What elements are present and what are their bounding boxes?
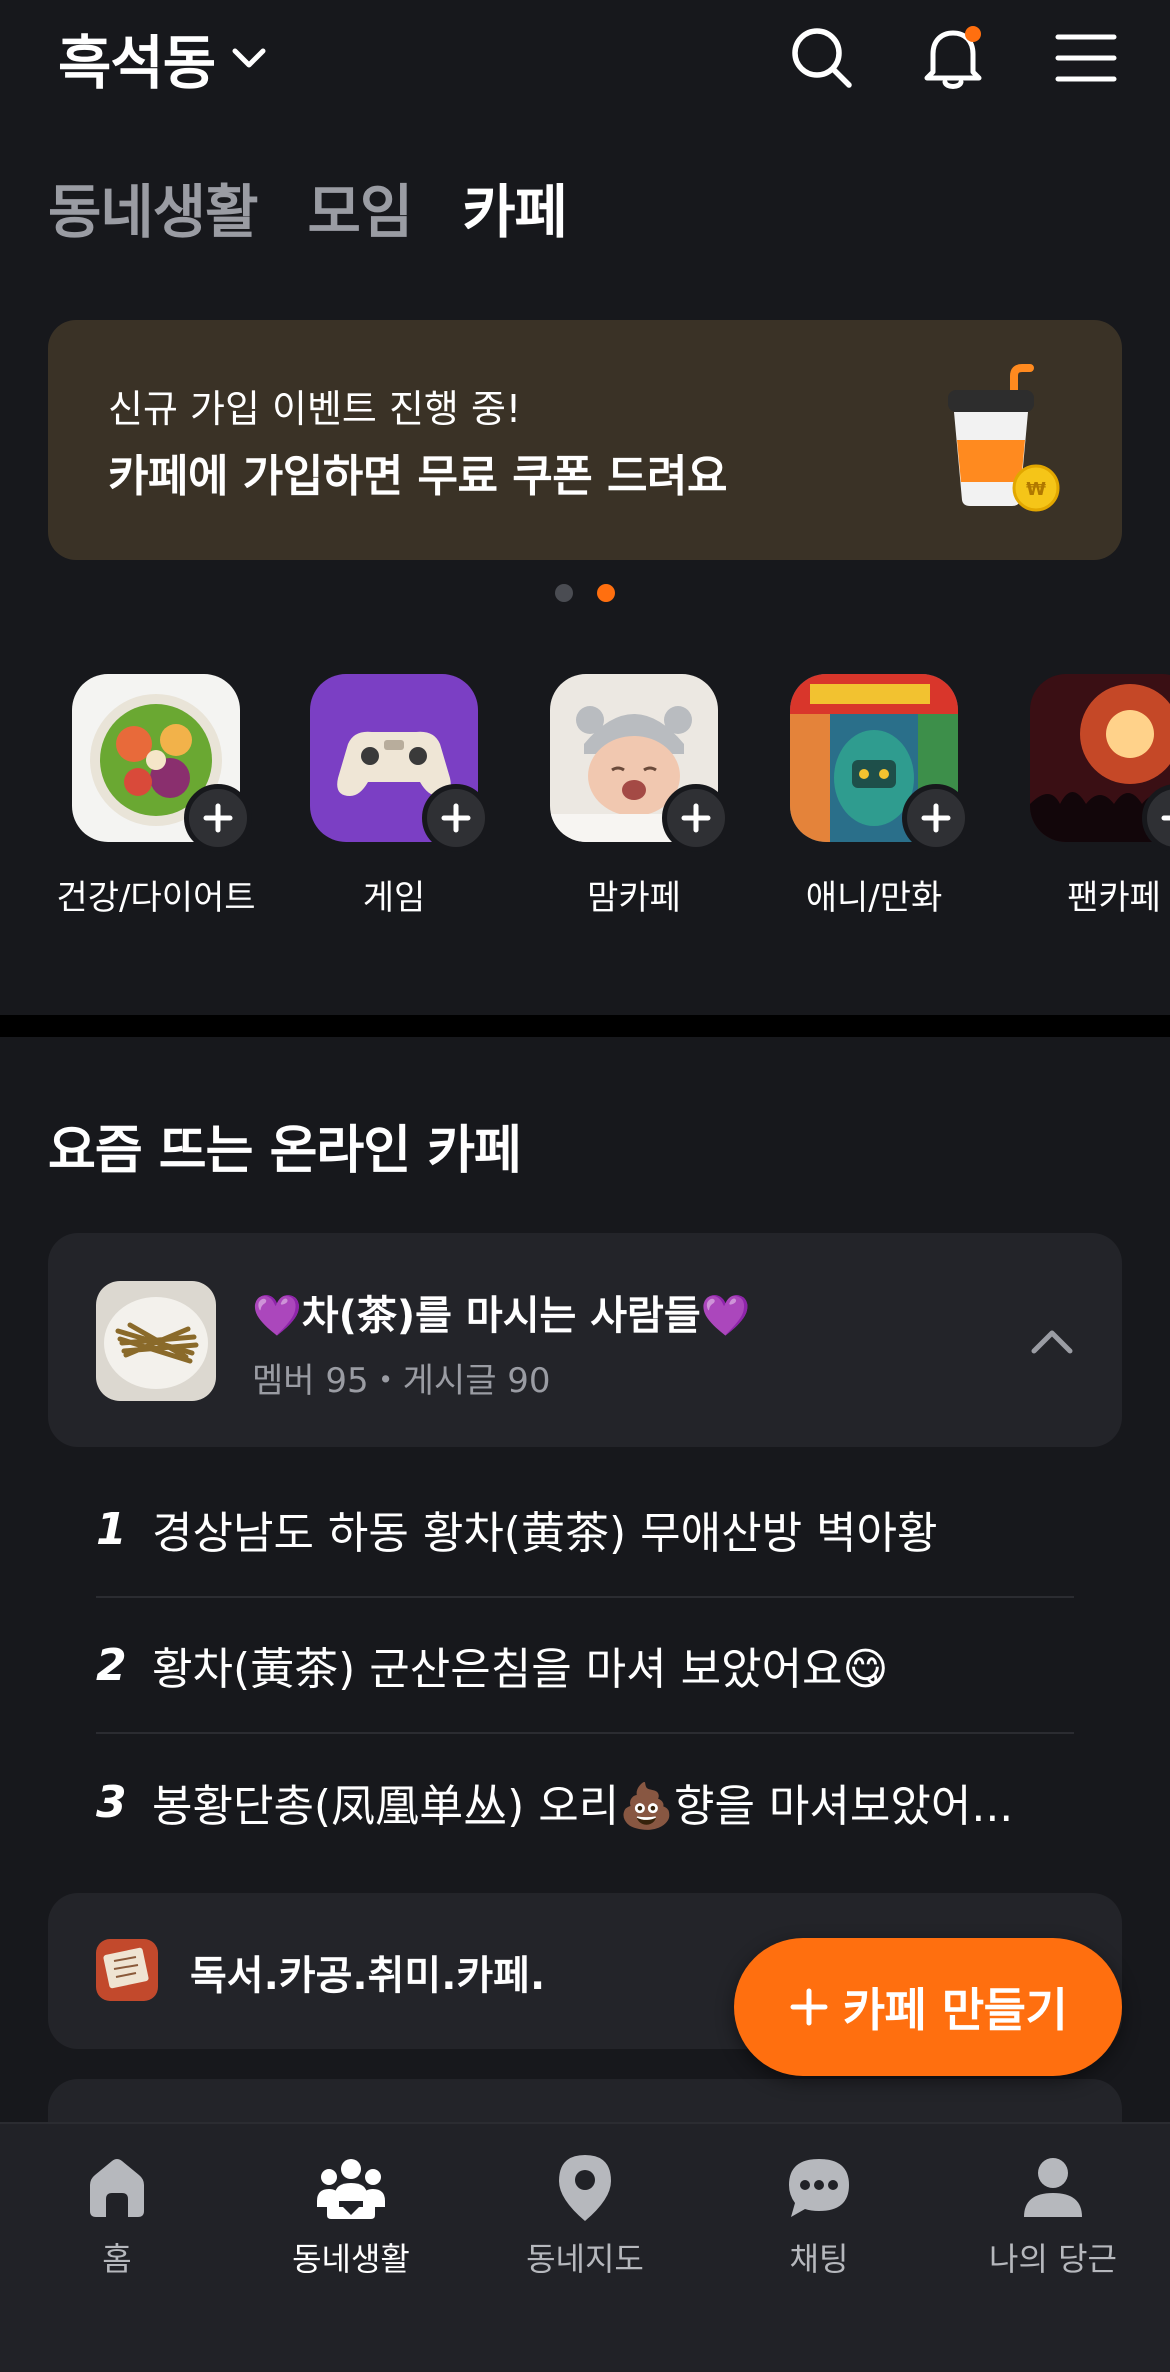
- nav-home[interactable]: 홈: [0, 2148, 234, 2280]
- notification-dot: [965, 26, 981, 42]
- category-label: 팬카페: [1067, 878, 1161, 918]
- join-category-button[interactable]: [422, 784, 490, 852]
- plus-icon: [921, 803, 951, 833]
- map-pin-icon: [545, 2148, 625, 2228]
- plus-icon: [681, 803, 711, 833]
- cafe-meta: 멤버 95・게시글 90: [252, 1361, 551, 1401]
- post-rank: 2: [96, 1639, 127, 1691]
- category-label: 맘카페: [587, 878, 681, 918]
- cafe-thumbnail: [96, 1939, 158, 2001]
- category-label: 게임: [362, 878, 426, 918]
- create-cafe-button[interactable]: 카페 만들기: [734, 1938, 1122, 2076]
- notification-button[interactable]: [917, 22, 989, 94]
- nav-label: 나의 당근: [989, 2240, 1117, 2278]
- coffee-cup-coupon-icon: ₩: [948, 364, 1060, 512]
- post-rank: 3: [96, 1776, 127, 1828]
- section-tabs: 동네생활 모임 카페: [48, 165, 568, 249]
- section-title: 요즘 뜨는 온라인 카페: [48, 1121, 522, 1181]
- list-item[interactable]: 1 경상남도 하동 황차(黄茶) 무애산방 벽아황: [96, 1462, 1074, 1598]
- chevron-down-icon: [232, 48, 266, 68]
- tab-cafe[interactable]: 카페: [462, 165, 568, 249]
- join-category-button[interactable]: [902, 784, 970, 852]
- community-icon: [311, 2148, 391, 2228]
- bottom-navigation: 홈 동네생활 동네지도 채팅 나의 당근: [0, 2122, 1170, 2372]
- category-label: 애니/만화: [805, 878, 943, 918]
- nav-label: 홈: [102, 2240, 132, 2278]
- list-item[interactable]: 2 황차(黃茶) 군산은침을 마셔 보았어요😋: [96, 1598, 1074, 1734]
- pagination-dot-active[interactable]: [597, 584, 615, 602]
- cafe-name: 독서.카공.취미.카페.: [190, 1953, 546, 1999]
- tab-meetups[interactable]: 모임: [307, 165, 413, 249]
- join-category-button[interactable]: [662, 784, 730, 852]
- section-divider: [0, 1015, 1170, 1037]
- home-icon: [77, 2148, 157, 2228]
- post-rank: 1: [96, 1503, 127, 1555]
- join-category-button[interactable]: [184, 784, 252, 852]
- menu-icon: [1055, 34, 1117, 82]
- banner-pagination: [0, 584, 1170, 602]
- banner-title: 카페에 가입하면 무료 쿠폰 드려요: [108, 451, 728, 502]
- tab-community[interactable]: 동네생활: [48, 165, 258, 249]
- banner-subtitle: 신규 가입 이벤트 진행 중!: [108, 387, 522, 431]
- chevron-up-icon[interactable]: [1022, 1311, 1082, 1371]
- nav-label: 동네생활: [292, 2240, 410, 2278]
- cafe-thumbnail: [96, 1281, 216, 1401]
- cafe-card[interactable]: 💜차(茶)를 마시는 사람들💜 멤버 95・게시글 90: [48, 1233, 1122, 1447]
- nav-community[interactable]: 동네생활: [234, 2148, 468, 2280]
- nav-my-profile[interactable]: 나의 당근: [936, 2148, 1170, 2280]
- post-title: 봉황단총(凤凰单丛) 오리💩향을 마셔보았어...: [152, 1781, 1014, 1832]
- plus-icon: [203, 803, 233, 833]
- plus-icon: [790, 1988, 828, 2026]
- menu-button[interactable]: [1050, 22, 1122, 94]
- location-name: 흑석동: [58, 29, 216, 97]
- search-button[interactable]: [786, 22, 858, 94]
- nav-label: 채팅: [789, 2240, 849, 2278]
- nav-chat[interactable]: 채팅: [702, 2148, 936, 2280]
- search-icon: [792, 28, 852, 88]
- nav-label: 동네지도: [526, 2240, 644, 2278]
- plus-icon: [1161, 815, 1170, 821]
- svg-text:₩: ₩: [1026, 479, 1046, 500]
- cafe-post-list: 1 경상남도 하동 황차(黄茶) 무애산방 벽아황 2 황차(黃茶) 군산은침을…: [96, 1462, 1074, 1870]
- profile-icon: [1013, 2148, 1093, 2228]
- location-selector[interactable]: 흑석동: [58, 18, 269, 98]
- post-title: 황차(黃茶) 군산은침을 마셔 보았어요😋: [152, 1644, 889, 1695]
- pagination-dot[interactable]: [555, 584, 573, 602]
- create-cafe-label: 카페 만들기: [842, 1983, 1068, 2037]
- nav-map[interactable]: 동네지도: [468, 2148, 702, 2280]
- category-label: 건강/다이어트: [56, 878, 256, 918]
- cafe-name: 💜차(茶)를 마시는 사람들💜: [252, 1293, 751, 1339]
- plus-icon: [441, 803, 471, 833]
- top-header: 흑석동: [0, 0, 1170, 120]
- event-banner[interactable]: 신규 가입 이벤트 진행 중! 카페에 가입하면 무료 쿠폰 드려요 ₩: [48, 320, 1122, 560]
- category-carousel[interactable]: 건강/다이어트 게임 맘카페 애니/만화 팬카페: [0, 672, 1170, 932]
- post-title: 경상남도 하동 황차(黄茶) 무애산방 벽아황: [152, 1508, 938, 1559]
- chat-icon: [779, 2148, 859, 2228]
- list-item[interactable]: 3 봉황단총(凤凰单丛) 오리💩향을 마셔보았어...: [96, 1734, 1074, 1870]
